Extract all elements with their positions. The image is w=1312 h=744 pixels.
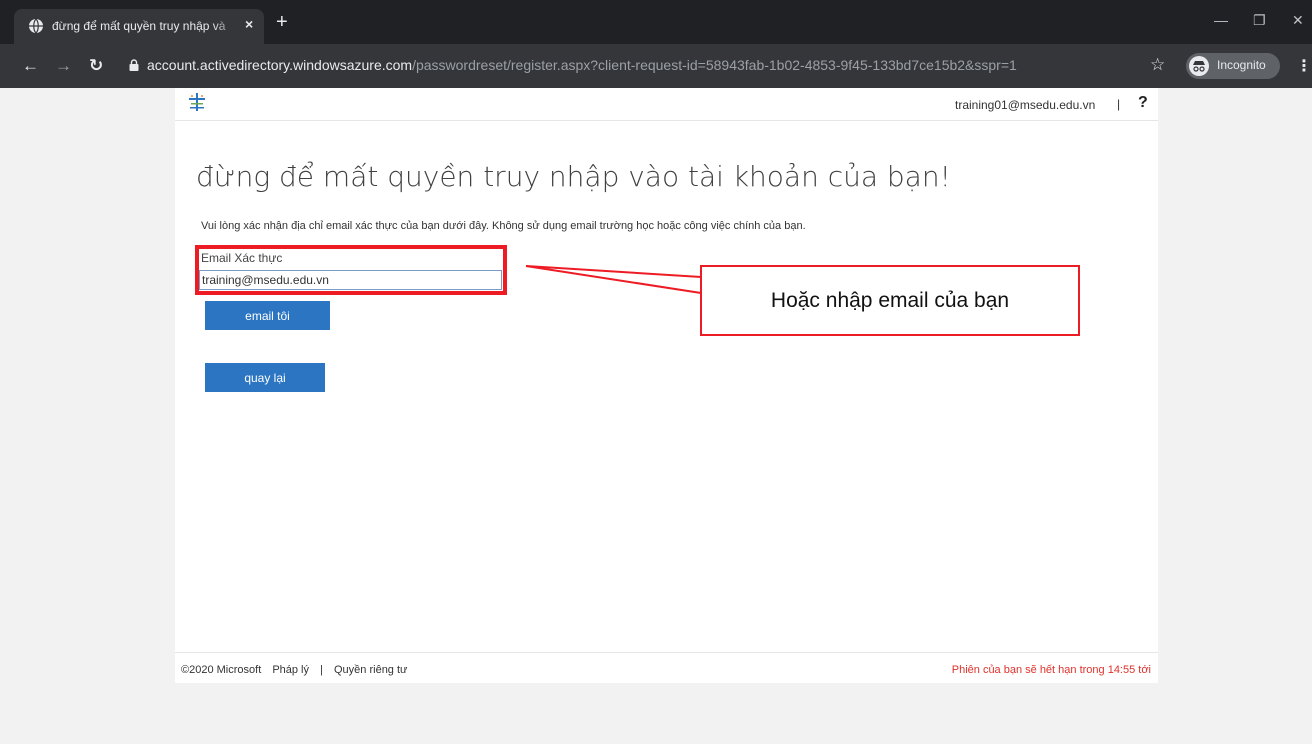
annotation-pointer-lines bbox=[525, 265, 702, 294]
annotation-callout: Hoặc nhập email của bạn bbox=[700, 265, 1080, 336]
